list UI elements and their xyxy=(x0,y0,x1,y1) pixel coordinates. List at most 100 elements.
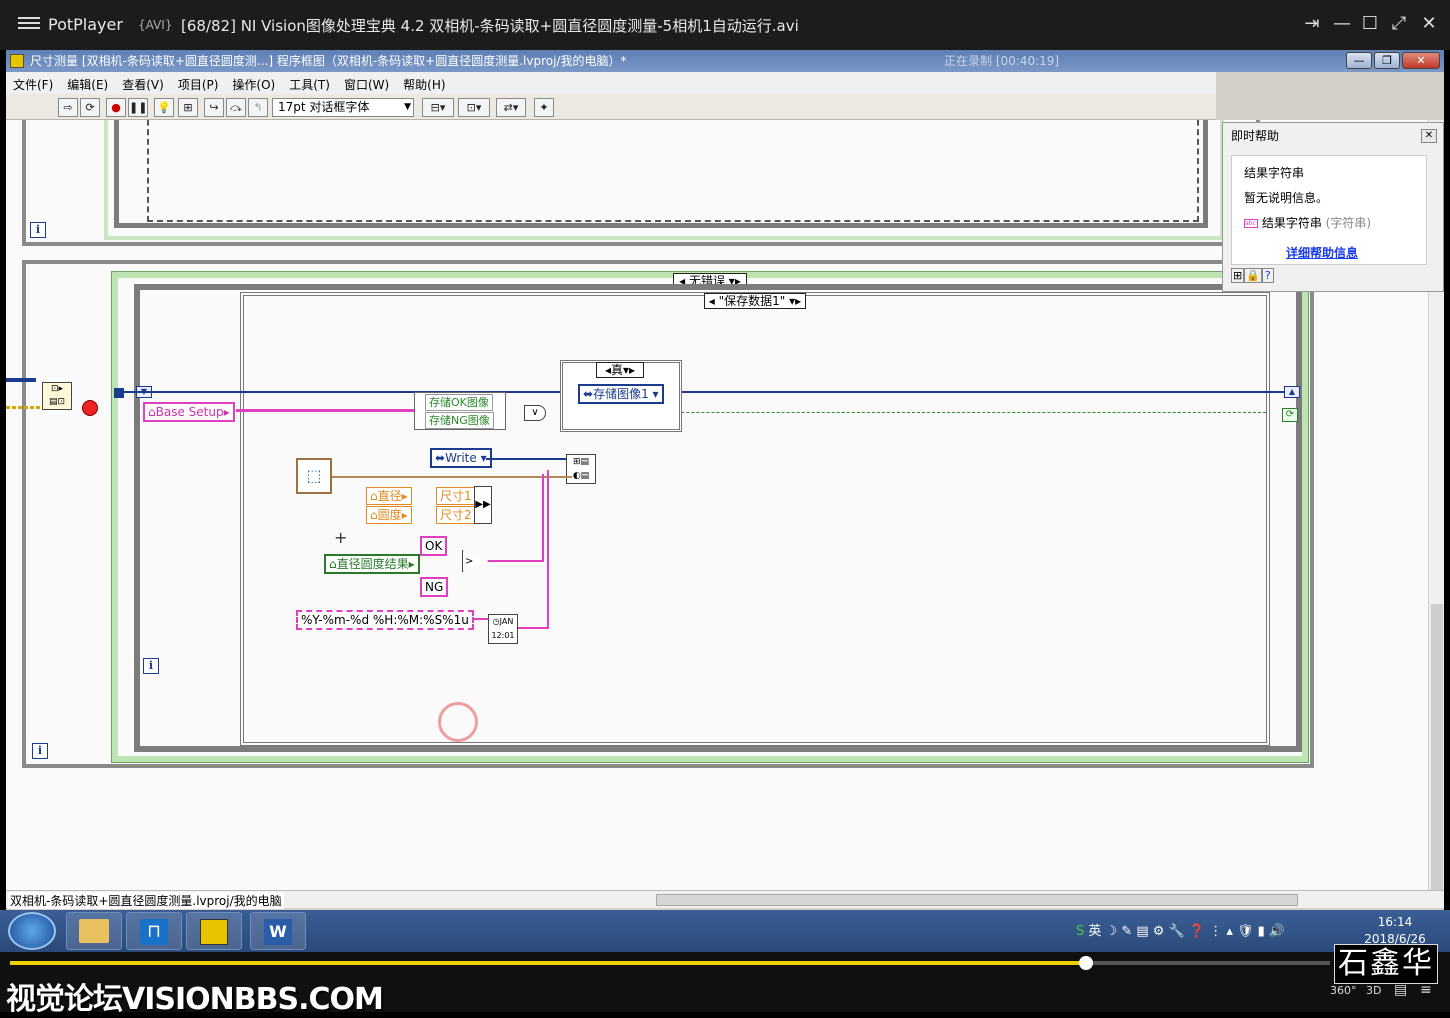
settings-icon[interactable]: ≡ xyxy=(1420,982,1432,998)
case-label-save-data: "保存数据1" xyxy=(718,294,786,308)
lv-close-button[interactable]: ✕ xyxy=(1402,52,1440,69)
base-setup-label: Base Setup xyxy=(155,405,224,419)
help-detail-link[interactable]: 详细帮助信息 xyxy=(1286,244,1358,261)
wire-cluster-in xyxy=(6,378,36,382)
context-help-close-button[interactable]: ✕ xyxy=(1421,129,1437,143)
step-over-icon[interactable]: ⤼ xyxy=(226,98,246,117)
pin-icon[interactable]: ⇥ xyxy=(1300,12,1324,36)
minimize-icon[interactable]: — xyxy=(1330,12,1354,36)
status-bar: 双相机-条码读取+圆直径圆度测量.lvproj/我的电脑 xyxy=(6,890,1444,909)
player-title-bar: PotPlayer {AVI} [68/82] NI Vision图像处理宝典 … xyxy=(0,0,1450,50)
pause-icon[interactable]: ❚❚ xyxy=(128,98,148,117)
string-terminal-icon: abc xyxy=(1244,219,1258,228)
menu-tools[interactable]: 工具(T) xyxy=(282,72,337,93)
diameter-roundness-result-variable[interactable]: ⌂直径圆度结果▸ xyxy=(324,554,420,574)
ng-string-constant[interactable]: NG xyxy=(420,577,449,597)
result-label: 直径圆度结果 xyxy=(336,557,409,571)
help-description: 暂无说明信息。 xyxy=(1244,191,1329,205)
save-image-label: 存储图像1 xyxy=(593,387,649,401)
labview-title-bar: 尺寸测量 [双相机-条码读取+圆直径圆度测...] 程序框图（双相机-条码读取+… xyxy=(6,50,1444,72)
360-badge[interactable]: 360° xyxy=(1330,984,1357,997)
case-label-true: 真 xyxy=(610,363,623,377)
wire-time-out xyxy=(518,627,548,629)
menu-file[interactable]: 文件(F) xyxy=(6,72,60,93)
step-out-icon[interactable]: ↰ xyxy=(248,98,268,117)
lv-minimize-button[interactable]: — xyxy=(1346,52,1372,69)
roundness-variable[interactable]: ⌂圆度▸ xyxy=(366,506,412,524)
save-image-variable[interactable]: ⬌存储图像1 ▾ xyxy=(578,384,664,404)
context-help-title: 即时帮助 xyxy=(1231,129,1280,143)
fullscreen-icon[interactable]: ⤢ xyxy=(1387,12,1411,36)
show-optional-terminals-icon[interactable]: ⊞ xyxy=(1231,268,1245,283)
ime-language[interactable]: 英 xyxy=(1088,924,1101,939)
cleanup-diagram-icon[interactable]: ✦ xyxy=(534,98,554,117)
bundle-node-icon: ▶▶ xyxy=(474,486,492,524)
block-diagram-canvas[interactable]: i i ◂ 无错误 ▾▸ i ◂ "保存数据1" ▾▸ ▼ ▲ ⟳ ⊡▸▤⊡ ⌂… xyxy=(6,120,1428,890)
write-mode-constant[interactable]: ⬌Write ▾ xyxy=(430,448,492,468)
help-heading: 结果字符串 xyxy=(1244,166,1305,180)
close-icon[interactable]: ✕ xyxy=(1417,12,1441,36)
distribute-objects-icon[interactable]: ⊡▾ xyxy=(458,98,490,117)
ime-icon[interactable]: S xyxy=(1076,924,1084,939)
explorer-taskbar-icon[interactable] xyxy=(66,912,122,950)
loop-condition-icon[interactable]: ⟳ xyxy=(1282,408,1298,422)
menu-icon[interactable] xyxy=(18,14,40,32)
unbundle-node-icon: ⊡▸ ▤⊡ xyxy=(42,382,72,410)
window-title: 尺寸测量 [双相机-条码读取+圆直径圆度测...] 程序框图（双相机-条码读取+… xyxy=(30,54,627,68)
taskbar-clock[interactable]: 16:14 2018/6/26 xyxy=(1360,914,1430,948)
highlight-execution-icon[interactable]: 💡 xyxy=(154,98,174,117)
ok-string-constant[interactable]: OK xyxy=(420,536,448,556)
retain-wire-values-icon[interactable]: ⊞ xyxy=(178,98,198,117)
menu-edit[interactable]: 编辑(E) xyxy=(60,72,115,93)
tunnel-left xyxy=(114,388,124,398)
windows-start-icon[interactable] xyxy=(8,912,56,950)
run-continuously-icon[interactable]: ⟳ xyxy=(80,98,100,117)
watermark-text: 视觉论坛VISIONBBS.COM xyxy=(6,982,384,1017)
menu-view[interactable]: 查看(V) xyxy=(115,72,171,93)
3d-badge[interactable]: 3D xyxy=(1366,984,1381,997)
maximize-icon[interactable]: ☐ xyxy=(1358,12,1382,36)
unbundle-by-name-node: 存储OK图像 存储NG图像 xyxy=(414,392,506,430)
labview-block-diagram-window: 尺寸测量 [双相机-条码读取+圆直径圆度测...] 程序框图（双相机-条码读取+… xyxy=(6,50,1444,910)
font-selector[interactable]: 17pt 对话框字体 ▼ xyxy=(272,98,414,117)
word-taskbar-icon[interactable]: W xyxy=(250,912,306,950)
vertical-scroll-thumb[interactable] xyxy=(1431,604,1443,894)
menu-operate[interactable]: 操作(O) xyxy=(225,72,282,93)
help-terminal-name: 结果字符串 xyxy=(1261,216,1322,230)
app-taskbar-icon[interactable]: ⊓ xyxy=(126,912,182,950)
menu-project[interactable]: 项目(P) xyxy=(171,72,226,93)
time-format-constant[interactable]: %Y-%m-%d %H:%M:%S%1u xyxy=(296,610,474,630)
horizontal-scroll-thumb[interactable] xyxy=(656,894,1298,906)
wire-error-in xyxy=(6,406,42,409)
menu-help[interactable]: 帮助(H) xyxy=(396,72,452,93)
player-app-name: PotPlayer xyxy=(48,15,123,34)
seek-knob[interactable] xyxy=(1078,956,1093,970)
diameter-variable[interactable]: ⌂直径▸ xyxy=(366,487,412,505)
stop-button-icon[interactable] xyxy=(82,400,98,416)
font-selector-value: 17pt 对话框字体 xyxy=(278,100,370,114)
abort-icon[interactable]: ● xyxy=(106,98,126,117)
case-selector-true[interactable]: ◂真▾▸ xyxy=(596,362,644,378)
seek-bar[interactable] xyxy=(10,956,1330,970)
help-toolbar: ⊞ 🔒? xyxy=(1231,268,1285,285)
or-gate-icon: ∨ xyxy=(524,405,546,421)
labview-taskbar-icon[interactable] xyxy=(186,912,242,950)
size1-field: 尺寸1 xyxy=(436,487,476,505)
lock-icon[interactable]: 🔒 xyxy=(1244,268,1262,283)
size2-field: 尺寸2 xyxy=(436,506,476,524)
menu-window[interactable]: 窗口(W) xyxy=(337,72,396,93)
write-label: Write xyxy=(445,451,477,465)
diameter-label: 直径 xyxy=(377,489,402,503)
reorder-icon[interactable]: ⇄▾ xyxy=(496,98,526,117)
lv-restore-button[interactable]: ❐ xyxy=(1374,52,1400,69)
align-objects-icon[interactable]: ⊟▾ xyxy=(422,98,454,117)
iteration-terminal-upper: i xyxy=(30,222,46,238)
help-question-icon[interactable]: ? xyxy=(1261,268,1274,283)
base-setup-variable[interactable]: ⌂Base Setup▸ xyxy=(143,402,235,422)
labview-toolbar: ⇨ ⟳ ● ❚❚ 💡 ⊞ ↪ ⤼ ↰ 17pt 对话框字体 ▼ ⊟▾ ⊡▾ ⇄▾ … xyxy=(6,94,1216,120)
step-into-icon[interactable]: ↪ xyxy=(204,98,224,117)
wire-path xyxy=(332,476,572,478)
run-icon[interactable]: ⇨ xyxy=(58,98,78,117)
case-selector-save-data[interactable]: ◂ "保存数据1" ▾▸ xyxy=(704,293,806,309)
playlist-icon[interactable]: ▤ xyxy=(1394,982,1407,998)
